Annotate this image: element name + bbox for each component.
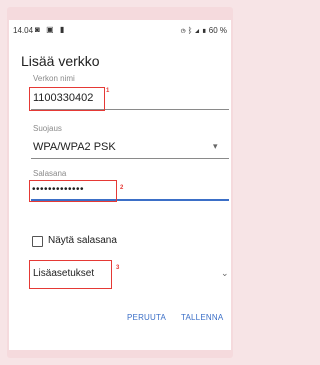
marker-2: 2 (120, 185, 124, 191)
marker-1: 1 (106, 88, 110, 94)
alarm-icon: ◷ (180, 26, 186, 35)
security-label: Suojaus (33, 124, 62, 133)
show-password-label[interactable]: Näytä salasana (48, 235, 117, 246)
network-name-label: Verkon nimi (33, 74, 75, 83)
status-time: 14.04 (13, 26, 34, 35)
notification-icon: ◙ (35, 25, 42, 34)
bluetooth-icon: ᛒ (187, 26, 193, 35)
dialog-title: Lisää verkko (21, 53, 100, 69)
marker-3: 3 (116, 265, 120, 271)
security-underline (31, 158, 229, 159)
status-right: ◷ ᛒ ◢ ▮ 60 % (181, 26, 227, 35)
security-select[interactable]: WPA/WPA2 PSK (33, 141, 116, 153)
signal-icon: ◢ (194, 26, 200, 35)
chevron-down-icon[interactable]: ▾ (213, 141, 218, 152)
sd-card-icon: ▮ (59, 25, 67, 34)
battery-icon: ▮ (201, 26, 207, 35)
highlight-box-1 (29, 87, 105, 111)
show-password-checkbox[interactable] (32, 236, 43, 247)
status-bar: 14.04 ◙ ▣ ▮ ◷ ᛒ ◢ ▮ 60 % (9, 20, 231, 42)
cancel-button[interactable]: PERUUTA (127, 313, 166, 322)
chevron-down-icon[interactable]: ⌄ (221, 268, 229, 279)
password-label: Salasana (33, 169, 67, 178)
highlight-box-3 (29, 260, 112, 289)
highlight-box-2 (29, 180, 117, 202)
image-icon: ▣ (46, 25, 56, 34)
save-button[interactable]: TALLENNA (181, 313, 223, 322)
battery-percent: 60 % (208, 26, 227, 35)
status-left-icons: ◙ ▣ ▮ (35, 25, 66, 34)
